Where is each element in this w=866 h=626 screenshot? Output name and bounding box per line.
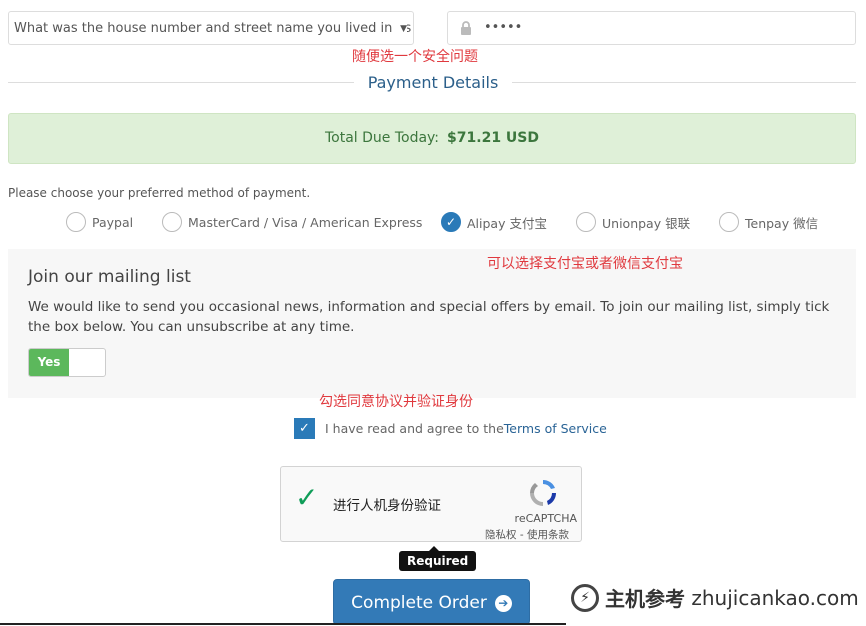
total-due-banner: Total Due Today: $71.21 USD [8, 113, 856, 164]
radio-circle [719, 212, 739, 232]
mailing-list-panel: Join our mailing list We would like to s… [8, 249, 856, 398]
radio-label: Alipay 支付宝 [467, 215, 547, 231]
annotation-agree: 勾选同意协议并验证身份 [319, 394, 473, 410]
checkmark-icon: ✓ [295, 481, 319, 514]
toggle-yes: Yes [29, 349, 69, 376]
security-question-select[interactable]: What was the house number and street nam… [8, 11, 414, 45]
required-tooltip: Required [399, 546, 477, 571]
button-label: Complete Order [351, 593, 487, 613]
arrow-right-circle-icon: ➔ [494, 595, 512, 612]
watermark-logo: ⚡ 主机参考 zhujicankao.com [571, 583, 859, 612]
radio-label: Tenpay 微信 [745, 215, 819, 231]
recaptcha-brand: reCAPTCHA [514, 512, 577, 525]
radio-circle [162, 212, 182, 232]
annotation-security: 随便选一个安全问题 [352, 49, 478, 65]
tos-checkbox[interactable]: ✓ [294, 418, 315, 439]
radio-paypal[interactable]: Paypal [66, 211, 133, 233]
logo-icon: ⚡ [571, 583, 599, 612]
payment-title: Payment Details [0, 73, 866, 92]
masked-answer: ••••• [484, 20, 523, 35]
complete-order-button[interactable]: Complete Order ➔ [333, 579, 530, 625]
radio-alipay[interactable]: ✓ Alipay 支付宝 [441, 211, 547, 233]
tos-text: I have read and agree to the [325, 421, 504, 436]
mailing-text: We would like to send you occasional new… [28, 299, 830, 335]
payment-instructions: Please choose your preferred method of p… [8, 186, 311, 200]
radio-circle [66, 212, 86, 232]
mailing-title: Join our mailing list [28, 267, 191, 287]
radio-label: MasterCard / Visa / American Express [188, 214, 423, 230]
radio-unionpay[interactable]: Unionpay 银联 [576, 211, 690, 233]
dropdown-arrow-icon: ▼ [397, 12, 407, 44]
recaptcha-widget[interactable]: ✓ 进行人机身份验证 reCAPTCHA 隐私权 - 使用条款 [280, 466, 582, 542]
radio-label: Unionpay 银联 [602, 215, 691, 231]
terms-link[interactable]: Terms of Service [504, 421, 607, 436]
captcha-privacy-links[interactable]: 隐私权 - 使用条款 [485, 527, 569, 542]
annotation-payment: 可以选择支付宝或者微信支付宝 [487, 256, 683, 272]
tos-agreement: ✓ I have read and agree to the Terms of S… [294, 418, 607, 439]
radio-tenpay[interactable]: Tenpay 微信 [719, 211, 818, 233]
radio-circle [576, 212, 596, 232]
selected-question: What was the house number and street nam… [14, 21, 414, 36]
recaptcha-logo-icon [530, 480, 556, 506]
mailing-toggle[interactable]: Yes [28, 348, 106, 377]
check-icon: ✓ [441, 212, 461, 232]
radio-card[interactable]: MasterCard / Visa / American Express [162, 211, 422, 233]
security-answer-input[interactable]: ••••• [447, 11, 856, 45]
captcha-label: 进行人机身份验证 [333, 498, 441, 514]
radio-label: Paypal [92, 214, 134, 230]
lock-icon [461, 21, 471, 35]
